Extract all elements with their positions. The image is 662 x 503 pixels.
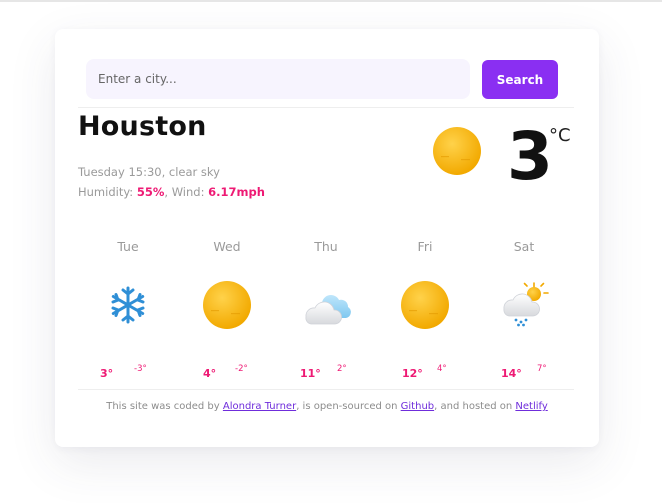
humidity-wind: Humidity: 55%, Wind: 6.17mph bbox=[78, 185, 265, 199]
search-form: Search bbox=[86, 59, 559, 99]
cloud-sun-icon bbox=[305, 295, 351, 325]
forecast-day-name: Sat bbox=[513, 239, 535, 254]
forecast-low: -2° bbox=[235, 364, 248, 374]
forecast: Tue 3° -3° Wed 4° -2° Thu 11° 2° Fri 12°… bbox=[78, 237, 574, 383]
forecast-high: 4° bbox=[203, 367, 217, 380]
humidity-label: Humidity: bbox=[78, 185, 137, 199]
search-button[interactable]: Search bbox=[482, 60, 558, 99]
date-description: Tuesday 15:30, clear sky bbox=[78, 165, 220, 179]
forecast-low: 4° bbox=[437, 364, 447, 374]
browser-top-border bbox=[0, 0, 662, 2]
city-search-input[interactable] bbox=[86, 59, 470, 99]
forecast-low: -3° bbox=[134, 364, 147, 374]
forecast-day: Wed 4° -2° bbox=[177, 237, 277, 383]
forecast-day: Thu 11° 2° bbox=[276, 237, 376, 383]
forecast-low: 2° bbox=[337, 364, 347, 374]
wind-label: Wind: bbox=[171, 185, 209, 199]
forecast-high: 12° bbox=[402, 367, 423, 380]
forecast-day: Tue 3° -3° bbox=[78, 237, 178, 383]
author-link[interactable]: Alondra Turner bbox=[223, 401, 296, 412]
footer-divider bbox=[78, 389, 574, 390]
forecast-day: Sat 14° 7° bbox=[474, 237, 574, 383]
rain-cloud-sun-icon bbox=[503, 282, 549, 327]
wind-value: 6.17mph bbox=[208, 185, 265, 199]
weather-description: clear sky bbox=[168, 165, 220, 179]
github-link[interactable]: Github bbox=[401, 401, 434, 412]
humidity-value: 55% bbox=[136, 185, 165, 199]
forecast-day-name: Thu bbox=[314, 239, 338, 254]
forecast-day-name: Wed bbox=[213, 239, 241, 254]
forecast-low: 7° bbox=[537, 364, 547, 374]
footer-text: , and hosted on bbox=[434, 401, 516, 412]
weather-card: Search Houston Tuesday 15:30, clear sky … bbox=[55, 29, 599, 447]
netlify-link[interactable]: Netlify bbox=[515, 401, 547, 412]
forecast-day: Fri 12° 4° bbox=[375, 237, 475, 383]
search-divider bbox=[78, 107, 574, 108]
footer-text: This site was coded by bbox=[106, 401, 223, 412]
forecast-day-name: Tue bbox=[117, 239, 139, 254]
sun-icon bbox=[203, 281, 251, 329]
sun-icon bbox=[401, 281, 449, 329]
sun-icon bbox=[433, 127, 481, 175]
temperature-unit: °C bbox=[549, 125, 571, 146]
snowflake-icon bbox=[111, 286, 145, 324]
city-name: Houston bbox=[78, 111, 207, 142]
footer-text: , is open-sourced on bbox=[296, 401, 401, 412]
current-temperature: 3 bbox=[507, 118, 553, 195]
forecast-day-name: Fri bbox=[417, 239, 433, 254]
footer: This site was coded by Alondra Turner, i… bbox=[55, 401, 599, 412]
forecast-high: 11° bbox=[300, 367, 321, 380]
forecast-high: 3° bbox=[100, 367, 114, 380]
forecast-high: 14° bbox=[501, 367, 522, 380]
current-datetime: Tuesday 15:30 bbox=[78, 165, 162, 179]
